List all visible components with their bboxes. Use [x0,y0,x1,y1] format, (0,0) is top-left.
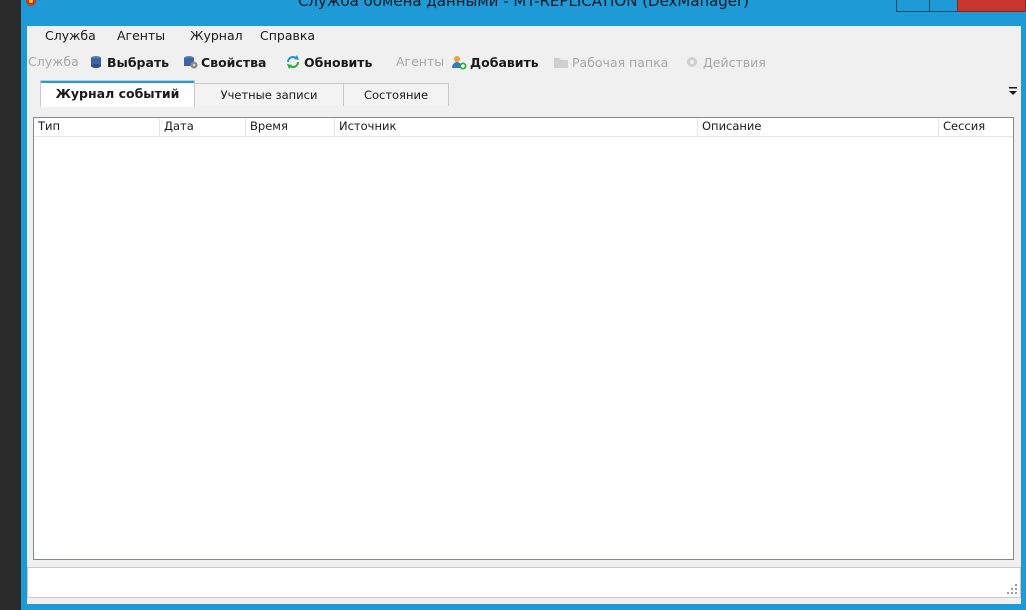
tab-status[interactable]: Состояние [343,83,449,106]
column-header-type[interactable]: Тип [34,118,160,136]
toolbar-agents-label: Агенты [396,54,445,69]
column-header-date[interactable]: Дата [160,118,246,136]
tab-event-log[interactable]: Журнал событий [40,80,195,107]
menu-journal[interactable]: Журнал [190,28,243,43]
menu-bar: Служба Агенты Журнал Справка [27,26,1021,46]
menu-service[interactable]: Служба [45,28,96,43]
toolbar-service-label: Служба [28,54,79,69]
toolbar: Служба Выбрать Свойства Обновить Агенты [27,52,1021,74]
properties-button[interactable]: Свойства [182,54,266,70]
status-bar [27,567,1021,598]
overflow-menu-icon[interactable] [1007,84,1019,98]
event-log-list[interactable]: Тип Дата Время Источник Описание Сессия [33,117,1014,560]
add-button[interactable]: Добавить [451,54,539,70]
column-header-time[interactable]: Время [246,118,335,136]
refresh-icon [287,55,299,69]
select-button[interactable]: Выбрать [88,54,169,70]
tab-accounts[interactable]: Учетные записи [194,83,344,106]
menu-help[interactable]: Справка [260,28,315,43]
minimize-button[interactable] [896,0,930,12]
add-label: Добавить [470,54,539,70]
properties-label: Свойства [201,54,267,70]
maximize-button[interactable] [929,0,958,12]
list-header: Тип Дата Время Источник Описание Сессия [34,118,1013,137]
column-header-source[interactable]: Источник [335,118,698,136]
column-header-session[interactable]: Сессия [939,118,1013,136]
folder-icon [554,58,568,68]
window-title: Служба обмена данными - MT-REPLICATION (… [297,0,750,10]
column-header-description[interactable]: Описание [698,118,939,136]
add-user-icon [452,56,467,70]
select-label: Выбрать [107,54,170,70]
database-icon [91,56,101,68]
refresh-button[interactable]: Обновить [285,54,372,70]
gear-icon [687,57,697,67]
properties-icon [184,56,198,69]
close-button[interactable] [957,0,1026,12]
workfolder-label: Рабочая папка [572,54,669,70]
workfolder-button[interactable]: Рабочая папка [553,54,668,70]
tab-strip: Журнал событий Учетные записи Состояние [27,80,1021,107]
title-bar[interactable]: Служба обмена данными - MT-REPLICATION (… [21,0,1026,26]
client-area: Служба Агенты Журнал Справка Служба Выбр… [27,26,1021,604]
actions-button[interactable]: Действия [684,54,766,70]
refresh-label: Обновить [304,54,373,70]
menu-agents[interactable]: Агенты [117,28,165,43]
actions-label: Действия [703,54,766,70]
resize-grip-icon[interactable] [1006,583,1018,595]
app-window: Служба обмена данными - MT-REPLICATION (… [21,0,1026,610]
